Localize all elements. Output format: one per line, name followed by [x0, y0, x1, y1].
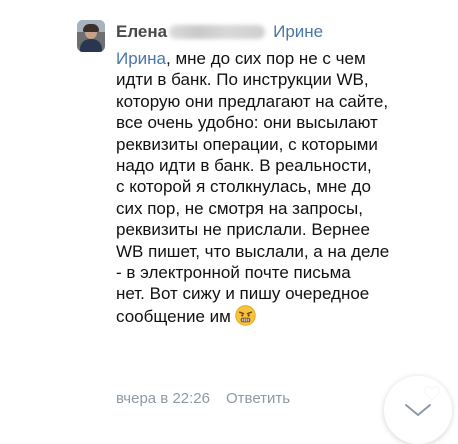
comment-line: надо идти в банк. В реальности, — [116, 156, 372, 176]
comment-line: идти в банк. По инструкции WB, — [116, 70, 369, 90]
comment-header: Елена Ирине — [116, 20, 323, 44]
comment-line: которую они предлагают на сайте, — [116, 91, 389, 111]
comment-line: - в электронной почте письма — [116, 263, 351, 283]
comment-line: сих пор, не смотря на запросы, — [116, 198, 363, 218]
comment-text: Ирина, мне до сих пор не с чем идти в ба… — [116, 48, 446, 327]
author-name[interactable]: Елена — [116, 22, 167, 42]
comment-line: с которой я столкнулась, мне до — [116, 177, 371, 197]
reply-button[interactable]: Ответить — [226, 390, 290, 407]
reply-recipient[interactable]: Ирине — [273, 22, 323, 42]
comment-line: WB пишет, что выслали, а на деле — [116, 241, 390, 261]
author-avatar[interactable] — [77, 20, 105, 52]
mention-link[interactable]: Ирина — [116, 49, 166, 68]
comment-line: все очень удобно: они высылают — [116, 113, 378, 133]
comment-line: Ирина, мне до сих пор не с чем — [116, 48, 446, 69]
comment-line: реквизиты не прислали. Вернее — [116, 220, 370, 240]
comment: Елена Ирине Ирина, мне до сих пор не с ч… — [0, 0, 458, 444]
angry-face-emoji-icon — [235, 305, 256, 326]
comment-line-text: сообщение им — [116, 306, 231, 326]
comment-line: реквизиты операции, с которыми — [116, 134, 378, 154]
comment-footer: вчера в 22:26 Ответить — [116, 388, 290, 408]
author-surname-redacted — [169, 25, 266, 39]
scroll-down-button[interactable] — [384, 376, 452, 444]
comment-line: нет. Вот сижу и пишу очередное — [116, 284, 370, 304]
comment-line: сообщение им — [116, 305, 446, 327]
chevron-down-icon — [405, 404, 431, 416]
comment-line-text: , мне до сих пор не с чем — [166, 49, 366, 68]
comment-timestamp[interactable]: вчера в 22:26 — [116, 390, 210, 407]
